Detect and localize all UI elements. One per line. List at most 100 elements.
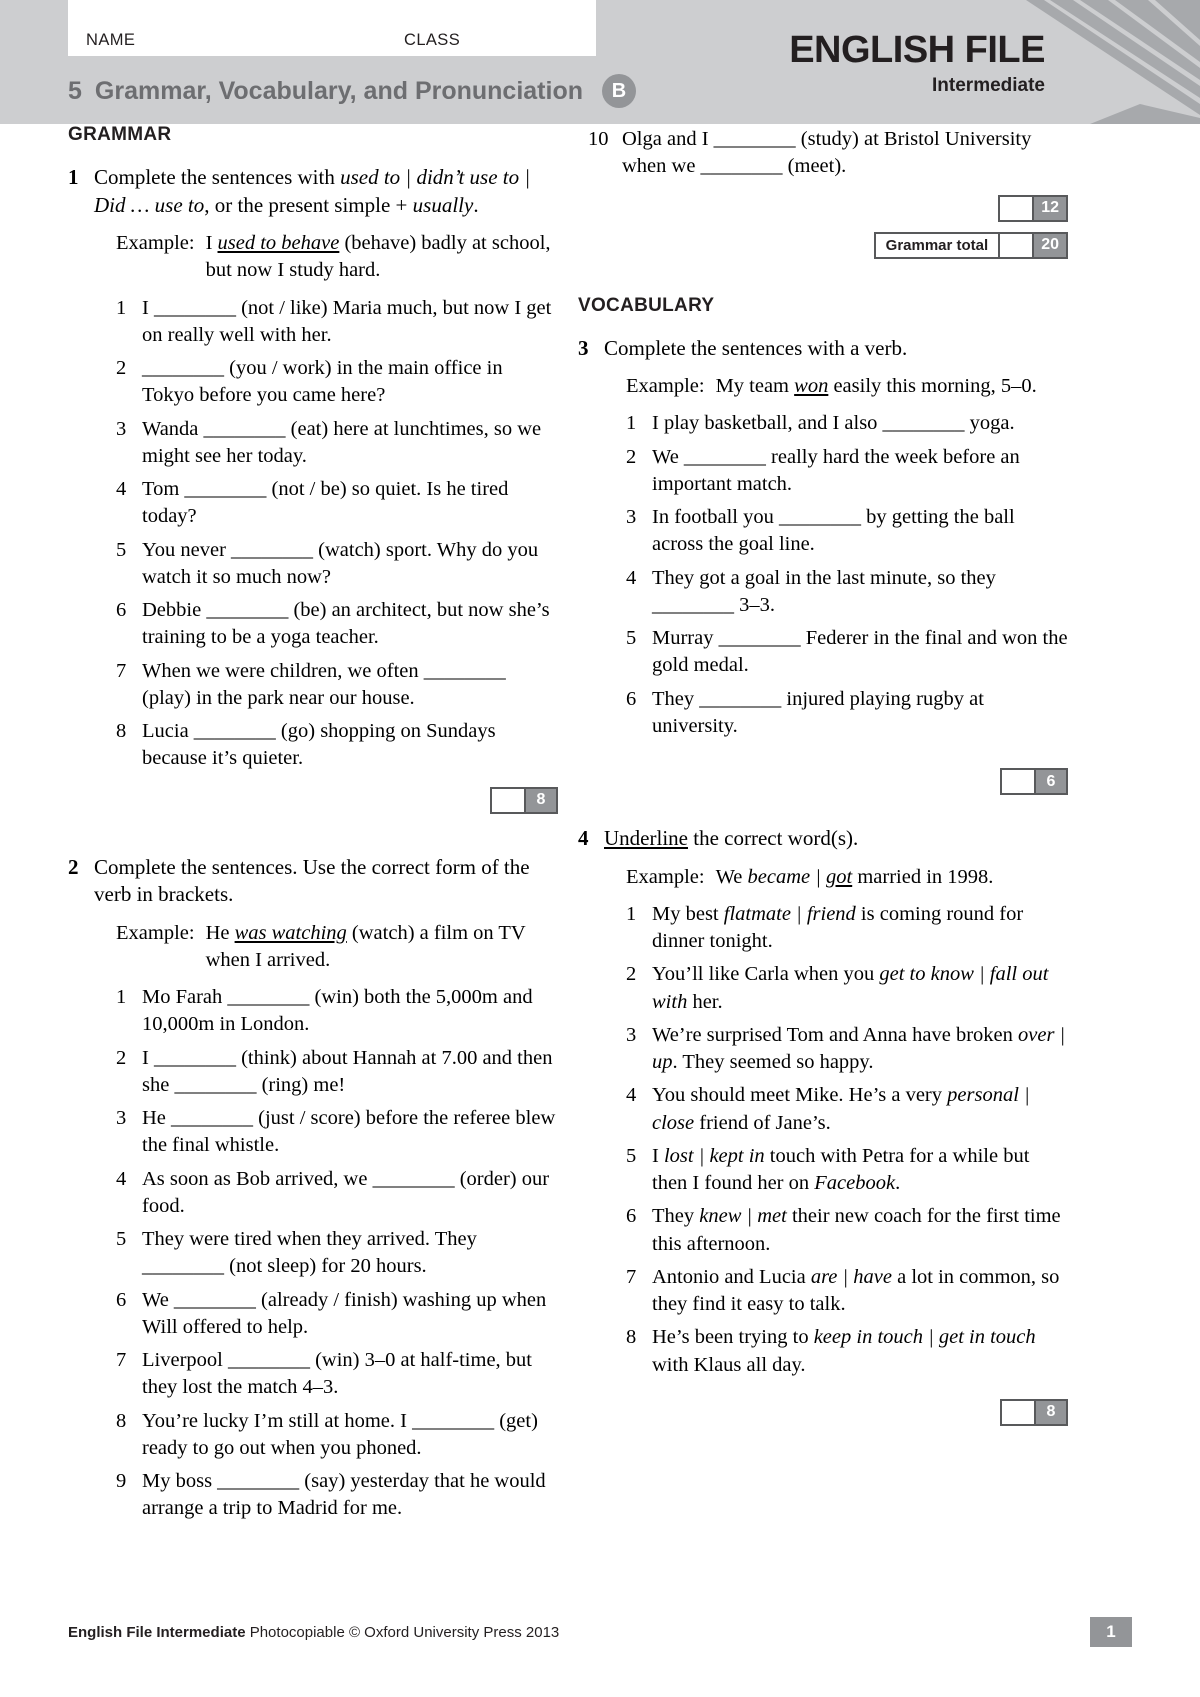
item-number: 8 (626, 1326, 637, 1349)
list-item: 5 They were tired when they arrived. They… (116, 1226, 558, 1281)
item-choice: lost | kept in (663, 1144, 765, 1167)
item-pre: We’re surprised Tom and Anna have broken (652, 1023, 1018, 1046)
item-post-italic: Facebook (814, 1172, 896, 1195)
exercise-3: 3 Complete the sentences with a verb. Ex… (578, 335, 1068, 796)
list-item: 8 You’re lucky I’m still at home. I _____… (116, 1408, 558, 1463)
list-item: 6 We ________ (already / finish) washing … (116, 1287, 558, 1342)
item-text: He ________ (just / score) before the re… (142, 1107, 556, 1157)
list-item: 3 He ________ (just / score) before the r… (116, 1105, 558, 1160)
score-box[interactable]: 12 (998, 194, 1068, 222)
item-post: her. (687, 990, 723, 1013)
item-post-end: . (895, 1172, 901, 1195)
score-box[interactable]: 6 (1000, 768, 1068, 796)
item-choice: keep in touch | get in touch (813, 1326, 1036, 1349)
brand-logo: ENGLISH FILE Intermediate (789, 31, 1045, 95)
item-text: Debbie ________ (be) an architect, but n… (142, 599, 550, 649)
list-item: 3 We’re surprised Tom and Anna have broke… (626, 1022, 1068, 1077)
rubric-part-d: usually (412, 192, 474, 217)
item-number: 7 (626, 1265, 637, 1288)
list-item: 6 Debbie ________ (be) an architect, but … (116, 597, 558, 652)
item-number: 2 (626, 963, 637, 986)
list-item: 7 Liverpool ________ (win) 3–0 at half-ti… (116, 1347, 558, 1402)
list-item: 1 Mo Farah ________ (win) both the 5,000m… (116, 984, 558, 1039)
exercise-4-example: Example: We became | got married in 1998… (604, 864, 1068, 891)
page-number: 1 (1090, 1617, 1132, 1647)
example-post: married in 1998. (852, 865, 994, 888)
example-answer: used to behave (217, 232, 340, 255)
item-text: ________ (you / work) in the main office… (142, 357, 503, 407)
item-number: 3 (626, 506, 637, 529)
list-item: 5 You never ________ (watch) sport. Why d… (116, 537, 558, 592)
test-number: 5 (68, 76, 82, 105)
list-item: 8 He’s been trying to keep in touch | get… (626, 1324, 1068, 1379)
right-column: 10 Olga and I ________ (study) at Bristo… (578, 124, 1068, 1426)
item-number: 3 (626, 1023, 637, 1046)
item-text: Tom ________ (not / be) so quiet. Is he … (142, 478, 509, 528)
name-class-box: NAME CLASS (68, 0, 596, 56)
item-text: I play basketball, and I also ________ y… (652, 412, 1015, 435)
exercise-3-items: 1 I play basketball, and I also ________ … (604, 410, 1068, 740)
exercise-3-score-row: 6 (604, 768, 1068, 796)
exercise-1-example: Example: I used to behave (behave) badly… (94, 230, 558, 284)
score-max-value: 8 (524, 788, 556, 812)
example-pre: He (205, 921, 235, 944)
item-text: I lost | kept in touch with Petra for a … (652, 1143, 1068, 1198)
example-pre: I (205, 232, 218, 255)
footer-brand: English File Intermediate (68, 1623, 246, 1641)
item-text: We ________ (already / finish) washing u… (142, 1288, 547, 1338)
item-number: 1 (626, 902, 637, 925)
item-text: I ________ (not / like) Maria much, but … (142, 296, 552, 346)
item-number: 2 (626, 445, 637, 468)
exercise-2-example: Example: He was watching (watch) a film … (94, 920, 558, 974)
score-input-cell[interactable] (1002, 1400, 1034, 1424)
exercise-3-rubric: Complete the sentences with a verb. (604, 335, 908, 360)
item-number: 4 (116, 1167, 127, 1190)
item-text: My boss ________ (say) yesterday that he… (142, 1470, 546, 1520)
item-text: Lucia ________ (go) shopping on Sundays … (142, 720, 496, 770)
rubric-rest: the correct word(s). (687, 826, 859, 851)
item-number: 5 (626, 1144, 637, 1167)
example-label: Example: (626, 865, 705, 888)
grammar-section-heading: GRAMMAR (68, 124, 172, 145)
score-max-value: 6 (1034, 770, 1066, 794)
list-item: 10 Olga and I ________ (study) at Bristo… (588, 126, 1068, 181)
score-input-cell[interactable] (1000, 196, 1033, 220)
exercise-2-continuation: 10 Olga and I ________ (study) at Bristo… (578, 126, 1068, 181)
grammar-total-box[interactable]: Grammar total 20 (873, 231, 1068, 259)
rubric-part-c: , or the present simple + (204, 192, 413, 217)
item-text: Mo Farah ________ (win) both the 5,000m … (142, 986, 533, 1036)
item-number: 2 (116, 1046, 127, 1069)
item-text: You should meet Mike. He’s a very person… (652, 1082, 1068, 1137)
footer-copyright: Photocopiable © Oxford University Press … (245, 1623, 560, 1641)
list-item: 3 In football you ________ by getting the… (626, 504, 1068, 559)
item-text: In football you ________ by getting the … (652, 506, 1015, 556)
example-post: easily this morning, 5–0. (828, 375, 1037, 398)
item-number: 3 (116, 417, 127, 440)
score-input-cell[interactable] (492, 788, 524, 812)
rubric-underline-word: Underline (604, 826, 688, 851)
exercise-3-example: Example: My team won easily this morning… (604, 373, 1068, 400)
score-input-cell[interactable] (1000, 233, 1033, 257)
exercise-1-number: 1 (68, 165, 79, 189)
item-number: 5 (116, 538, 127, 561)
item-text: Olga and I ________ (study) at Bristol U… (622, 128, 1032, 178)
item-number: 6 (116, 599, 127, 622)
exercise-1-rubric: Complete the sentences with used to | di… (94, 164, 558, 219)
score-max-value: 8 (1034, 1400, 1066, 1424)
score-box[interactable]: 8 (490, 786, 558, 814)
item-number: 6 (626, 1205, 637, 1228)
item-number: 2 (116, 357, 127, 380)
example-label: Example: (626, 375, 705, 398)
item-text: We ________ really hard the week before … (652, 445, 1020, 495)
score-box[interactable]: 8 (1000, 1398, 1068, 1426)
score-input-cell[interactable] (1002, 770, 1034, 794)
item-text: They ________ injured playing rugby at u… (652, 687, 984, 737)
list-item: 2 ________ (you / work) in the main offic… (116, 355, 558, 410)
exercise-4: 4 Underline the correct word(s). Example… (578, 825, 1068, 1426)
item-pre: They (652, 1205, 700, 1228)
item-choice: knew | met (699, 1205, 787, 1228)
list-item: 6 They ________ injured playing rugby at … (626, 686, 1068, 741)
exercise-4-score-row: 8 (604, 1398, 1068, 1426)
exercise-1-score-row: 8 (94, 786, 558, 814)
item-post: . They seemed so happy. (672, 1051, 874, 1074)
